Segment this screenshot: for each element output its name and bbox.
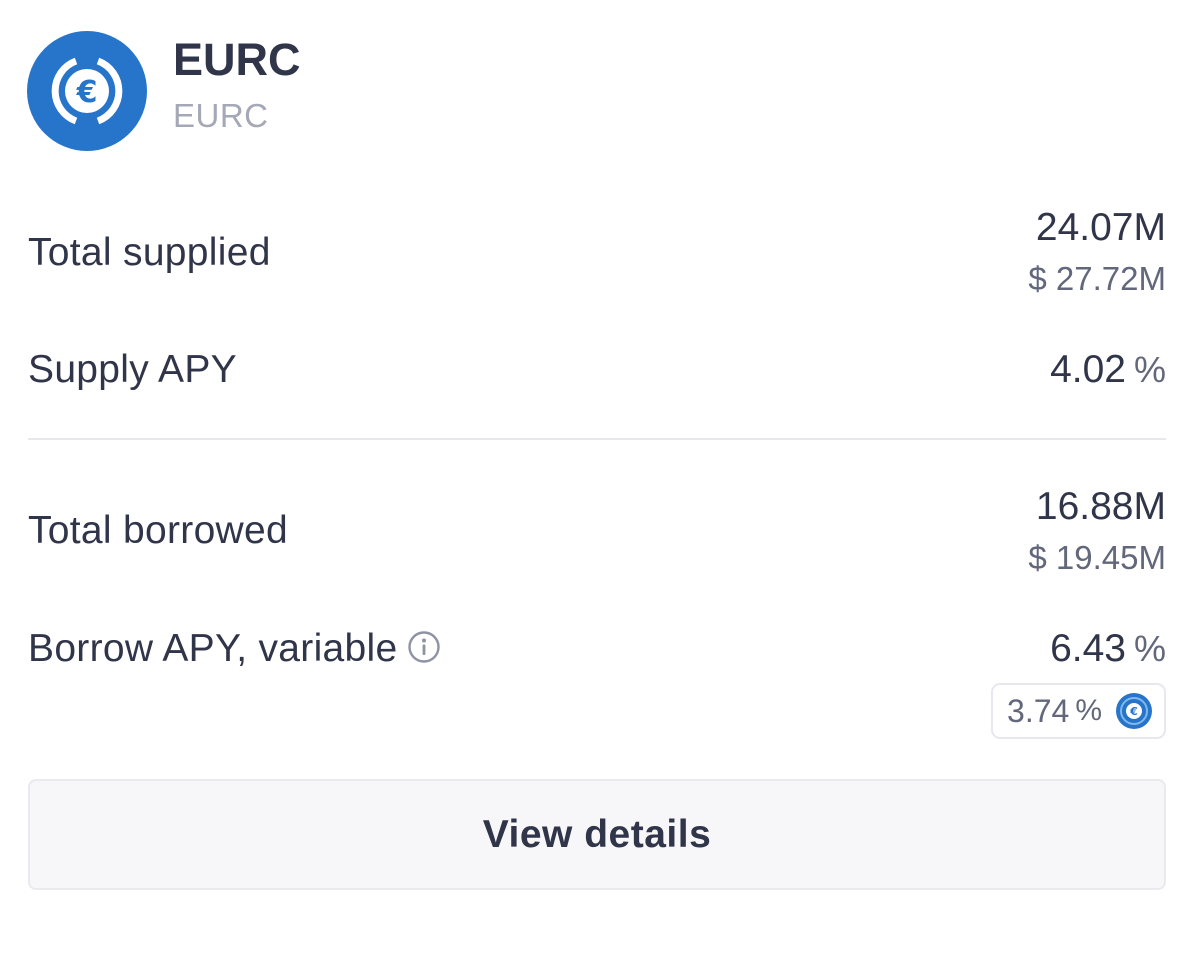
view-details-button[interactable]: View details — [28, 779, 1166, 890]
supply-apy-value: 4.02% — [1050, 348, 1166, 392]
supply-apy-unit: % — [1133, 349, 1166, 390]
asset-header: € EURC EURC — [27, 31, 301, 151]
total-borrowed-row: Total borrowed 16.88M $ 19.45M — [28, 484, 1166, 584]
supply-apy-row: Supply APY 4.02% — [28, 348, 1166, 398]
supply-apy-label: Supply APY — [28, 348, 237, 391]
section-divider — [28, 438, 1166, 440]
supply-apy-number: 4.02 — [1050, 348, 1126, 391]
borrow-apy-number: 6.43 — [1050, 627, 1126, 670]
total-borrowed-usd: $ 19.45M — [1028, 539, 1166, 576]
total-supplied-value: 24.07M $ 27.72M — [1028, 205, 1166, 299]
svg-text:€: € — [76, 75, 98, 110]
euro-coin-icon: € — [27, 31, 147, 151]
borrow-apy-value: 6.43% — [1050, 627, 1166, 671]
total-supplied-row: Total supplied 24.07M $ 27.72M — [28, 205, 1166, 305]
total-supplied-usd: $ 27.72M — [1028, 260, 1166, 297]
borrow-apy-unit: % — [1133, 628, 1166, 669]
total-borrowed-value: 16.88M $ 19.45M — [1028, 484, 1166, 578]
euro-coin-icon: € — [1116, 693, 1152, 729]
asset-card: € EURC EURC Total supplied 24.07M $ 27.7… — [0, 0, 1195, 955]
borrow-apy-label-group: Borrow APY, variable — [28, 627, 441, 671]
total-borrowed-label: Total borrowed — [28, 509, 289, 552]
asset-symbol: EURC — [173, 34, 301, 85]
total-borrowed-amount: 16.88M — [1035, 485, 1166, 528]
total-supplied-amount: 24.07M — [1035, 206, 1166, 249]
borrow-apy-label: Borrow APY, variable — [28, 627, 398, 670]
incentive-apy-unit: % — [1075, 694, 1102, 727]
svg-text:€: € — [1129, 705, 1138, 718]
total-supplied-label: Total supplied — [28, 231, 271, 274]
asset-name: EURC — [173, 97, 269, 134]
incentive-apy-number: 3.74 — [1007, 692, 1070, 729]
asset-names: EURC EURC — [173, 31, 301, 151]
info-icon[interactable] — [407, 630, 441, 664]
incentive-badge[interactable]: 3.74% € — [991, 683, 1166, 739]
